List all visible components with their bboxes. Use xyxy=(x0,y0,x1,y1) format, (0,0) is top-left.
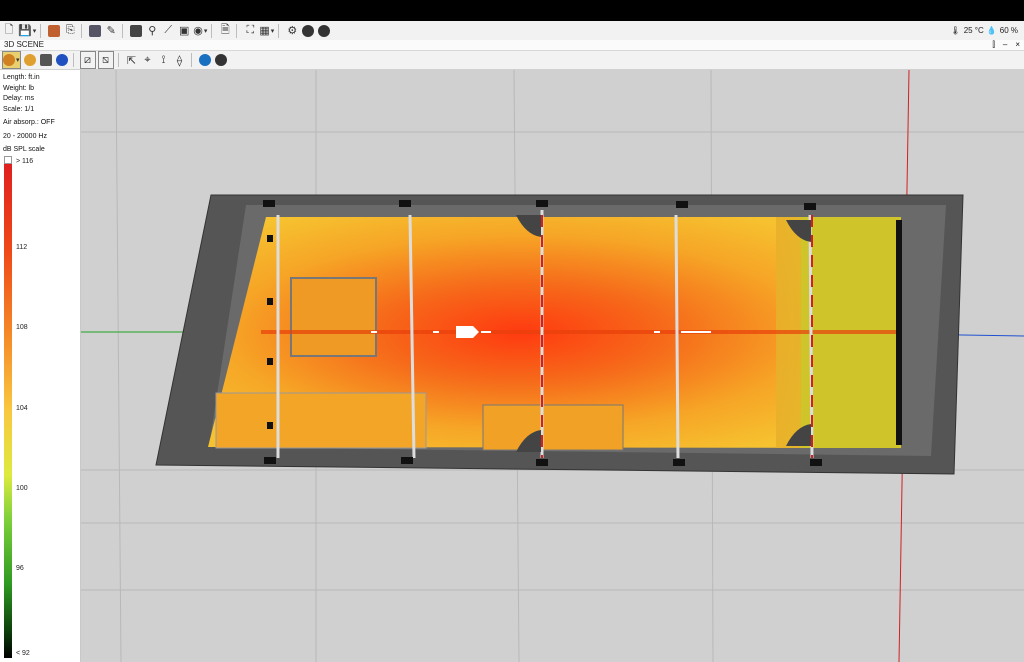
scale-value: Scale: 1/1 xyxy=(3,105,35,113)
spl-bottom-label: < 92 xyxy=(16,650,30,657)
spl-scale-title: dB SPL scale xyxy=(3,146,45,153)
scene-header: 3D SCENE ⫿ – × xyxy=(0,40,1024,51)
graph-icon[interactable]: ⟋ xyxy=(161,23,175,39)
spl-scale-top-swatch xyxy=(4,156,12,164)
box-icon[interactable] xyxy=(129,23,143,39)
scene-toolbar: ▾ ⧄ ⧅ ⇱ ⌖ ⟟ ⟠ xyxy=(0,51,1024,70)
new-file-icon[interactable]: 🗋 xyxy=(2,23,16,39)
delay-unit: Delay: ms xyxy=(3,95,35,102)
frequency-range: 20 - 20000 Hz xyxy=(3,132,47,140)
grid-icon[interactable]: ▦ ▾ xyxy=(259,23,274,39)
fit-view-icon[interactable]: ⛶ xyxy=(243,23,257,39)
pin-button[interactable]: ⫿ xyxy=(992,40,995,50)
main-toolbar: 🗋 💾 ▾ ⎘ ✎ ⚲ ⟋ ▣ ◉ ▾ 🗎 ⛶ ▦ ▾ ⚙ 🌡 25 °C 💧 60 … xyxy=(0,21,1024,41)
more-icon[interactable] xyxy=(317,23,331,39)
spl-color-scale xyxy=(4,164,12,658)
temperature-value: 25 °C xyxy=(963,26,984,35)
wireframe-icon[interactable]: ⧄ xyxy=(79,51,96,69)
3d-viewport[interactable] xyxy=(81,70,1024,662)
mixing-booth xyxy=(482,404,624,451)
open-model-icon[interactable] xyxy=(47,23,61,39)
info-panel: Length: ft.in Weight: lb Delay: ms Scale… xyxy=(0,70,81,662)
humidity-icon: 💧 xyxy=(986,26,997,35)
spl-tick-104: 104 xyxy=(16,405,28,412)
minimize-button[interactable]: – xyxy=(1003,40,1007,50)
weight-unit: Weight: lb xyxy=(3,84,34,92)
spl-tick-100: 100 xyxy=(16,485,28,492)
spl-top-label: > 116 xyxy=(16,158,34,165)
align-icon[interactable]: ⟠ xyxy=(173,52,187,68)
scene-canvas[interactable] xyxy=(81,70,1024,662)
info-icon[interactable] xyxy=(198,52,212,68)
thermometer-icon: 🌡 xyxy=(950,26,961,35)
probe-icon[interactable]: ⌖ xyxy=(141,52,155,68)
help-icon[interactable] xyxy=(301,23,315,39)
scene-title: 3D SCENE xyxy=(4,40,45,49)
speaker-icon[interactable]: ⚲ xyxy=(145,23,159,39)
view-mode-icon[interactable]: ▾ xyxy=(2,51,21,69)
rotate-icon[interactable] xyxy=(23,52,37,68)
solid-icon[interactable] xyxy=(39,52,53,68)
pencil-icon[interactable]: ✎ xyxy=(104,23,118,39)
render-icon[interactable] xyxy=(88,23,102,39)
air-absorption: Air absorp.: OFF xyxy=(3,119,55,126)
save-icon[interactable]: 💾 ▾ xyxy=(18,23,36,39)
camera-icon[interactable]: ◉ ▾ xyxy=(193,23,207,39)
spl-tick-112: 112 xyxy=(16,244,28,251)
measure-icon[interactable]: ⧅ xyxy=(97,51,114,69)
report-icon[interactable]: 🗎 xyxy=(218,23,232,39)
help-icon[interactable] xyxy=(214,52,228,68)
color-map-icon[interactable] xyxy=(55,52,69,68)
stage-block xyxy=(290,277,377,357)
lower-platform xyxy=(215,392,427,449)
settings-icon[interactable]: ⚙ xyxy=(285,23,299,39)
attach-icon[interactable]: ⎘ xyxy=(63,23,77,39)
spl-tick-108: 108 xyxy=(16,324,28,331)
length-unit: Length: ft.in xyxy=(3,74,40,81)
humidity-value: 60 % xyxy=(999,26,1018,35)
top-black-bar xyxy=(0,0,1024,21)
close-button[interactable]: × xyxy=(1015,40,1020,50)
spl-tick-96: 96 xyxy=(16,565,24,572)
image-icon[interactable]: ▣ xyxy=(177,23,191,39)
status-readout: 🌡 25 °C 💧 60 % xyxy=(951,21,1018,40)
export-icon[interactable]: ⇱ xyxy=(125,52,139,68)
aim-icon[interactable]: ⟟ xyxy=(157,52,171,68)
